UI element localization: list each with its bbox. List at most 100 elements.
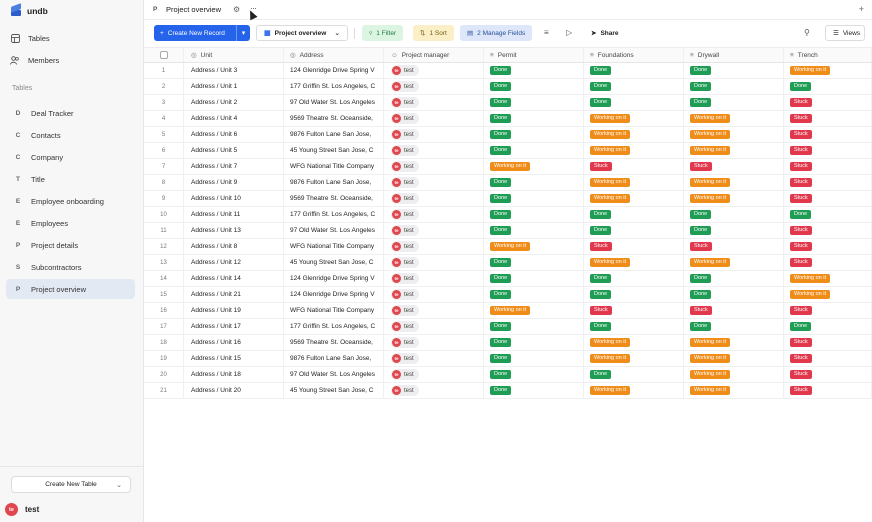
create-new-record-button[interactable]: + Create New Record ▾ [154,25,250,41]
foundations-cell[interactable]: Done [584,207,684,222]
permit-cell[interactable]: Done [484,127,584,142]
row-index[interactable]: 15 [144,287,184,302]
table-row[interactable]: 8 Address / Unit 9 9876 Fulton Lane San Jo… [144,175,872,191]
sidebar-table-employee-onboarding[interactable]: E Employee onboarding [6,191,135,211]
table-row[interactable]: 14 Address / Unit 14 124 Glenridge Drive S… [144,271,872,287]
permit-cell[interactable]: Done [484,367,584,382]
row-index[interactable]: 3 [144,95,184,110]
foundations-cell[interactable]: Stuck [584,239,684,254]
table-row[interactable]: 13 Address / Unit 12 45 Young Street San J… [144,255,872,271]
trench-cell[interactable]: Stuck [784,111,872,126]
table-row[interactable]: 18 Address / Unit 16 9569 Theatre St. Ocea… [144,335,872,351]
foundations-cell[interactable]: Working on it [584,111,684,126]
unit-cell[interactable]: Address / Unit 5 [184,143,284,158]
project-manager-cell[interactable]: te test [384,159,484,174]
address-cell[interactable]: WFG National Title Company [284,239,384,254]
foundations-cell[interactable]: Done [584,287,684,302]
drywall-cell[interactable]: Done [684,79,784,94]
address-cell[interactable]: 97 Old Water St. Los Angeles [284,367,384,382]
row-height-icon[interactable]: ≡ [544,28,549,37]
drywall-cell[interactable]: Working on it [684,175,784,190]
drywall-cell[interactable]: Working on it [684,127,784,142]
drywall-cell[interactable]: Working on it [684,335,784,350]
row-index[interactable]: 9 [144,191,184,206]
unit-cell[interactable]: Address / Unit 19 [184,303,284,318]
address-cell[interactable]: 45 Young Street San Jose, C [284,255,384,270]
address-cell[interactable]: 124 Glenridge Drive Spring V [284,287,384,302]
row-index[interactable]: 4 [144,111,184,126]
permit-cell[interactable]: Done [484,287,584,302]
drywall-cell[interactable]: Stuck [684,303,784,318]
project-manager-cell[interactable]: te test [384,367,484,382]
permit-cell[interactable]: Done [484,255,584,270]
permit-cell[interactable]: Done [484,79,584,94]
row-index[interactable]: 11 [144,223,184,238]
table-row[interactable]: 2 Address / Unit 1 177 Griffin St. Los Ang… [144,79,872,95]
address-cell[interactable]: 9876 Fulton Lane San Jose, [284,127,384,142]
unit-cell[interactable]: Address / Unit 17 [184,319,284,334]
row-index[interactable]: 8 [144,175,184,190]
address-cell[interactable]: 177 Griffin St. Los Angeles, C [284,207,384,222]
row-index[interactable]: 12 [144,239,184,254]
brand[interactable]: undb [10,3,48,17]
row-index[interactable]: 17 [144,319,184,334]
trench-cell[interactable]: Stuck [784,303,872,318]
unit-cell[interactable]: Address / Unit 2 [184,95,284,110]
trench-cell[interactable]: Stuck [784,351,872,366]
share-button[interactable]: ➤ Share [584,25,626,41]
address-cell[interactable]: 177 Griffin St. Los Angeles, C [284,319,384,334]
table-row[interactable]: 20 Address / Unit 18 97 Old Water St. Los … [144,367,872,383]
trench-cell[interactable]: Stuck [784,255,872,270]
project-manager-cell[interactable]: te test [384,191,484,206]
trench-cell[interactable]: Working on it [784,63,872,78]
drywall-cell[interactable]: Done [684,287,784,302]
drywall-cell[interactable]: Stuck [684,159,784,174]
foundations-cell[interactable]: Working on it [584,127,684,142]
play-icon[interactable]: ▷ [566,28,572,37]
sidebar-table-deal-tracker[interactable]: D Deal Tracker [6,103,135,123]
unit-cell[interactable]: Address / Unit 15 [184,351,284,366]
table-row[interactable]: 1 Address / Unit 3 124 Glenridge Drive Spr… [144,63,872,79]
foundations-cell[interactable]: Stuck [584,159,684,174]
table-row[interactable]: 12 Address / Unit 8 WFG National Title Com… [144,239,872,255]
table-row[interactable]: 4 Address / Unit 4 9569 Theatre St. Oceans… [144,111,872,127]
column-header-trench[interactable]: ≡ Trench [784,48,872,62]
unit-cell[interactable]: Address / Unit 12 [184,255,284,270]
permit-cell[interactable]: Done [484,335,584,350]
trench-cell[interactable]: Working on it [784,287,872,302]
project-manager-cell[interactable]: te test [384,79,484,94]
unit-cell[interactable]: Address / Unit 16 [184,335,284,350]
row-index[interactable]: 10 [144,207,184,222]
drywall-cell[interactable]: Working on it [684,111,784,126]
project-manager-cell[interactable]: te test [384,175,484,190]
unit-cell[interactable]: Address / Unit 18 [184,367,284,382]
drywall-cell[interactable]: Done [684,319,784,334]
row-index[interactable]: 7 [144,159,184,174]
row-index[interactable]: 18 [144,335,184,350]
drywall-cell[interactable]: Working on it [684,143,784,158]
permit-cell[interactable]: Done [484,143,584,158]
trench-cell[interactable]: Stuck [784,143,872,158]
sidebar-item-tables[interactable]: Tables [10,31,50,45]
row-index[interactable]: 13 [144,255,184,270]
unit-cell[interactable]: Address / Unit 13 [184,223,284,238]
project-manager-cell[interactable]: te test [384,127,484,142]
permit-cell[interactable]: Done [484,351,584,366]
foundations-cell[interactable]: Done [584,319,684,334]
unit-cell[interactable]: Address / Unit 14 [184,271,284,286]
permit-cell[interactable]: Working on it [484,159,584,174]
sidebar-item-members[interactable]: Members [10,53,59,67]
project-manager-cell[interactable]: te test [384,303,484,318]
manage-fields-button[interactable]: ▤ 2 Manage Fields [460,25,533,41]
table-row[interactable]: 15 Address / Unit 21 124 Glenridge Drive S… [144,287,872,303]
project-manager-cell[interactable]: te test [384,319,484,334]
unit-cell[interactable]: Address / Unit 10 [184,191,284,206]
trench-cell[interactable]: Done [784,207,872,222]
address-cell[interactable]: 9569 Theatre St. Oceanside, [284,191,384,206]
permit-cell[interactable]: Done [484,111,584,126]
trench-cell[interactable]: Stuck [784,383,872,398]
sidebar-table-company[interactable]: C Company [6,147,135,167]
trench-cell[interactable]: Stuck [784,127,872,142]
row-index[interactable]: 5 [144,127,184,142]
create-new-table-button[interactable]: Create New Table ⌄ [11,476,131,493]
